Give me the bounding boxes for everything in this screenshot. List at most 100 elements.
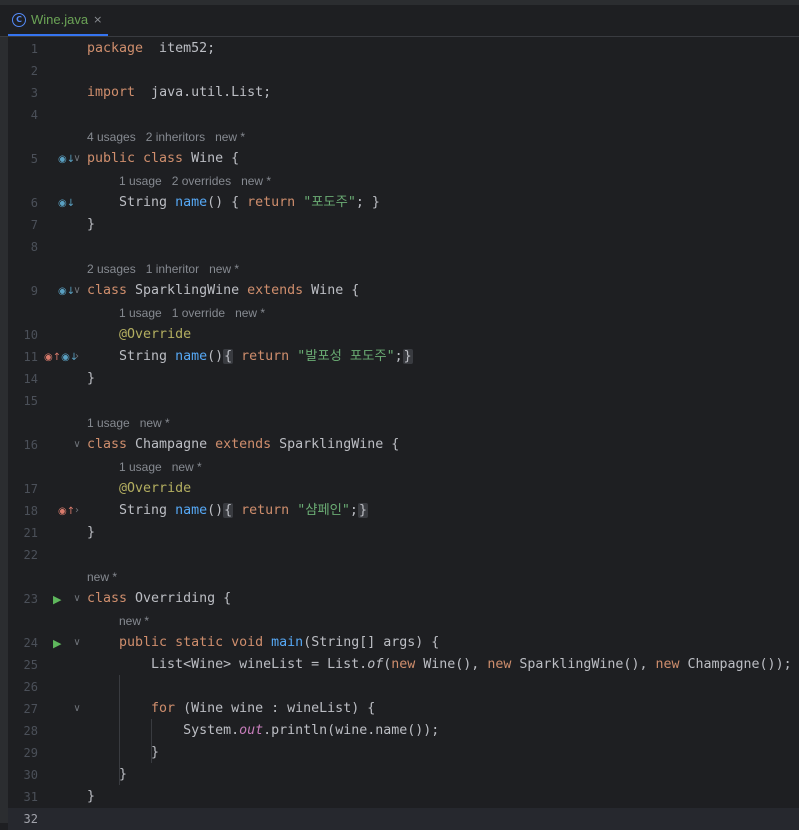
code-line[interactable]: 24 ▶ ∨ public static void main(String[] ar… bbox=[8, 632, 799, 654]
code-line[interactable]: 11 ◉↑ ◉↓ › String name(){ return "발포성 포도주";… bbox=[8, 346, 799, 368]
code-text[interactable]: String name(){ return "발포성 포도주";} bbox=[87, 346, 413, 368]
code-token: } bbox=[87, 525, 96, 540]
code-text[interactable]: class Overriding { bbox=[87, 588, 231, 610]
code-text[interactable]: @Override bbox=[87, 478, 191, 500]
left-tool-strip bbox=[0, 37, 8, 823]
line-number: 30 bbox=[23, 768, 38, 782]
code-line[interactable]: 1 package item52; bbox=[8, 38, 799, 60]
collapse-fold-icon[interactable]: ∨ bbox=[71, 148, 83, 170]
java-class-icon: C bbox=[12, 12, 26, 27]
code-line[interactable]: 10 @Override bbox=[8, 324, 799, 346]
code-token: SparklingWine(), bbox=[511, 657, 656, 672]
usage-hint[interactable]: 2 usages 1 inheritor new * bbox=[87, 258, 239, 280]
code-token: Wine { bbox=[303, 283, 360, 298]
code-text[interactable]: } bbox=[87, 214, 95, 236]
code-line[interactable]: 4 bbox=[8, 104, 799, 126]
tab-wine-java[interactable]: C Wine.java × bbox=[8, 5, 109, 36]
line-number: 21 bbox=[23, 526, 38, 540]
code-text[interactable]: System.out.println(wine.name()); bbox=[87, 720, 439, 742]
code-text[interactable]: import java.util.List; bbox=[87, 82, 271, 104]
code-line[interactable]: 6 ◉↓ String name() { return "포도주"; } bbox=[8, 192, 799, 214]
expand-fold-icon[interactable]: › bbox=[71, 346, 83, 368]
code-token: return bbox=[241, 349, 290, 364]
folded-region[interactable]: } bbox=[357, 503, 368, 518]
code-line[interactable]: 2 bbox=[8, 60, 799, 82]
implemented-icon[interactable]: ◉↑ bbox=[44, 352, 61, 363]
code-token: ; bbox=[349, 503, 358, 518]
collapse-fold-icon[interactable]: ∨ bbox=[71, 434, 83, 456]
code-text[interactable]: } bbox=[87, 786, 95, 808]
inlay-hint-row: 1 usage 2 overrides new * bbox=[8, 170, 799, 192]
code-token: extends bbox=[215, 437, 272, 452]
collapse-fold-icon[interactable]: ∨ bbox=[71, 280, 83, 302]
code-line[interactable]: 32 bbox=[8, 808, 799, 830]
code-line[interactable]: 8 bbox=[8, 236, 799, 258]
usage-hint[interactable]: 1 usage 2 overrides new * bbox=[119, 170, 271, 192]
code-text[interactable]: List<Wine> wineList = List.of(new Wine()… bbox=[87, 654, 792, 676]
close-icon[interactable]: × bbox=[93, 13, 102, 26]
usage-hint[interactable]: new * bbox=[87, 566, 117, 588]
run-icon[interactable]: ▶ bbox=[53, 637, 61, 650]
code-line[interactable]: 27 ∨ for (Wine wine : wineList) { bbox=[8, 698, 799, 720]
code-text[interactable]: class Champagne extends SparklingWine { bbox=[87, 434, 399, 456]
code-line[interactable]: 15 bbox=[8, 390, 799, 412]
folded-region[interactable]: } bbox=[402, 349, 413, 364]
line-number: 28 bbox=[23, 724, 38, 738]
expand-fold-icon[interactable]: › bbox=[71, 500, 83, 522]
code-line[interactable]: 31} bbox=[8, 786, 799, 808]
code-line[interactable]: 17 @Override bbox=[8, 478, 799, 500]
code-text[interactable]: @Override bbox=[87, 324, 191, 346]
collapse-fold-icon[interactable]: ∨ bbox=[71, 632, 83, 654]
tab-label: Wine.java bbox=[31, 12, 89, 27]
folded-region[interactable]: { bbox=[223, 349, 234, 364]
usage-hint[interactable]: new * bbox=[119, 610, 149, 632]
code-line[interactable]: 22 bbox=[8, 544, 799, 566]
code-line[interactable]: 5 ◉↓ ∨ public class Wine { bbox=[8, 148, 799, 170]
code-line[interactable]: 26 bbox=[8, 676, 799, 698]
override-icon[interactable]: ◉↓ bbox=[58, 198, 75, 209]
code-text[interactable]: } bbox=[87, 522, 95, 544]
code-text[interactable]: } bbox=[87, 764, 127, 786]
code-line[interactable]: 7} bbox=[8, 214, 799, 236]
code-token: () bbox=[207, 503, 224, 518]
usage-hint[interactable]: 1 usage new * bbox=[87, 412, 170, 434]
collapse-fold-icon[interactable]: ∨ bbox=[71, 588, 83, 610]
line-number: 5 bbox=[30, 152, 38, 166]
code-text[interactable]: } bbox=[87, 742, 159, 764]
code-text[interactable]: public class Wine { bbox=[87, 148, 239, 170]
code-line[interactable]: 16 ∨ class Champagne extends SparklingWine… bbox=[8, 434, 799, 456]
line-number: 27 bbox=[23, 702, 38, 716]
code-line[interactable]: 25 List<Wine> wineList = List.of(new Win… bbox=[8, 654, 799, 676]
collapse-fold-icon[interactable]: ∨ bbox=[71, 698, 83, 720]
line-number: 25 bbox=[23, 658, 38, 672]
code-line[interactable]: 21} bbox=[8, 522, 799, 544]
code-line[interactable]: 14} bbox=[8, 368, 799, 390]
usage-hint[interactable]: 1 usage 1 override new * bbox=[119, 302, 265, 324]
code-text[interactable]: String name() { return "포도주"; } bbox=[87, 192, 380, 214]
code-text[interactable]: public static void main(String[] args) { bbox=[87, 632, 439, 654]
usage-hint[interactable]: 1 usage new * bbox=[119, 456, 202, 478]
code-editor[interactable]: 1 package item52; 2 3 import java.util.List;… bbox=[8, 37, 799, 830]
code-text[interactable]: class SparklingWine extends Wine { bbox=[87, 280, 359, 302]
usage-hint[interactable]: 4 usages 2 inheritors new * bbox=[87, 126, 245, 148]
code-line[interactable]: 30 } bbox=[8, 764, 799, 786]
code-text[interactable]: for (Wine wine : wineList) { bbox=[87, 698, 375, 720]
code-text[interactable]: String name(){ return "샴페인";} bbox=[87, 500, 368, 522]
line-number: 24 bbox=[23, 636, 38, 650]
code-text[interactable]: } bbox=[87, 368, 95, 390]
code-line[interactable]: 9 ◉↓ ∨ class SparklingWine extends Wine { bbox=[8, 280, 799, 302]
code-line[interactable]: 29 } bbox=[8, 742, 799, 764]
code-token: } bbox=[87, 217, 96, 232]
line-number: 1 bbox=[30, 42, 38, 56]
code-line[interactable]: 3 import java.util.List; bbox=[8, 82, 799, 104]
code-line[interactable]: 28 System.out.println(wine.name()); bbox=[8, 720, 799, 742]
code-token: class bbox=[87, 437, 128, 452]
run-icon[interactable]: ▶ bbox=[53, 593, 61, 606]
folded-region[interactable]: { bbox=[223, 503, 234, 518]
code-line[interactable]: 18 ◉↑ › String name(){ return "샴페인";} bbox=[8, 500, 799, 522]
code-text[interactable]: package item52; bbox=[87, 38, 215, 60]
code-token: () { bbox=[207, 195, 248, 210]
code-line[interactable]: 23 ▶ ∨ class Overriding { bbox=[8, 588, 799, 610]
